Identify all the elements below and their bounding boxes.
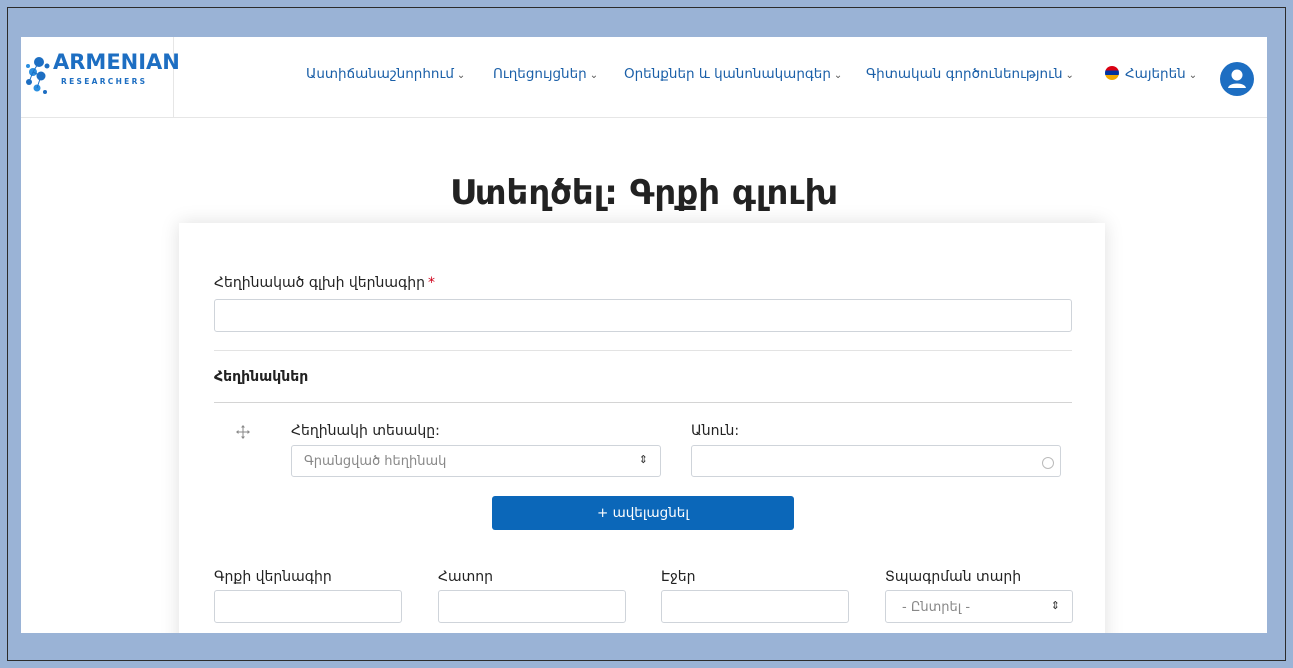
publication-year-label: Տպագրման տարի <box>885 569 1022 585</box>
add-author-button[interactable]: + ավելացնել <box>492 496 794 530</box>
armenia-flag-icon <box>1105 66 1119 80</box>
user-avatar[interactable] <box>1220 62 1254 96</box>
book-title-input[interactable] <box>214 590 402 623</box>
chevron-down-icon: ⌄ <box>1065 70 1074 81</box>
required-asterisk: * <box>427 275 435 291</box>
create-form-card: Հեղինակած գլխի վերնագիր * Հեղինակներ Հեղի… <box>179 223 1105 633</box>
publication-year-select[interactable]: - Ընտրել - ⇕ <box>885 590 1073 623</box>
chapter-title-input[interactable] <box>214 299 1072 332</box>
divider <box>214 350 1072 351</box>
pages-label: Էջեր <box>661 569 696 585</box>
chapter-title-label: Հեղինակած գլխի վերնագիր * <box>214 275 435 291</box>
author-type-select[interactable]: Գրանցված հեղինակ ⇕ <box>291 445 661 477</box>
author-name-input[interactable] <box>691 445 1061 477</box>
nav-item-label: Գիտական գործունեություն <box>866 66 1063 82</box>
select-arrows-icon: ⇕ <box>1050 599 1060 612</box>
pages-input[interactable] <box>661 590 849 623</box>
book-title-label: Գրքի վերնագիր <box>214 569 332 585</box>
chevron-down-icon: ⌄ <box>456 70 466 81</box>
author-type-label: Հեղինակի տեսակը: <box>291 423 440 439</box>
nav-item-laws[interactable]: Օրենքներ և կանոնակարգեր ⌄ <box>624 66 842 82</box>
page: ARMENIAN RESEARCHERS Աստիճանաշնորհում ⌄ Ո… <box>21 37 1267 633</box>
chevron-down-icon: ⌄ <box>589 70 599 81</box>
user-icon <box>1228 69 1246 88</box>
site-header: ARMENIAN RESEARCHERS Աստիճանաշնորհում ⌄ Ո… <box>21 37 1267 118</box>
nav-item-guides[interactable]: Ուղեցույցներ ⌄ <box>493 66 598 82</box>
volume-input[interactable] <box>438 590 626 623</box>
drag-handle-icon[interactable] <box>235 424 251 440</box>
chevron-down-icon: ⌄ <box>833 70 843 81</box>
nav-item-science[interactable]: Գիտական գործունեություն ⌄ <box>866 66 1074 82</box>
nav-item-degrees[interactable]: Աստիճանաշնորհում ⌄ <box>306 66 465 82</box>
nav-item-label: Ուղեցույցներ <box>493 66 587 82</box>
chevron-down-icon: ⌄ <box>1188 70 1198 81</box>
author-name-label: Անուն: <box>691 423 740 439</box>
nav-item-label: Աստիճանաշնորհում <box>306 66 454 82</box>
main-nav: Աստիճանաշնորհում ⌄ Ուղեցույցներ ⌄ Օրենքներ… <box>21 66 1267 90</box>
authors-section-heading: Հեղինակներ <box>214 369 309 385</box>
nav-item-label: Օրենքներ և կանոնակարգեր <box>624 66 831 82</box>
author-type-selected: Գրանցված հեղինակ <box>304 454 447 469</box>
loading-circle-icon <box>1042 457 1054 469</box>
chapter-title-label-text: Հեղինակած գլխի վերնագիր <box>214 275 425 291</box>
divider <box>214 402 1072 403</box>
select-arrows-icon: ⇕ <box>638 453 648 466</box>
page-title: Ստեղծել: Գրքի գլուխ <box>449 173 839 213</box>
volume-label: Հատոր <box>438 569 494 585</box>
language-label: Հայերեն <box>1125 66 1186 82</box>
publication-year-selected: - Ընտրել - <box>902 600 971 615</box>
language-switcher[interactable]: Հայերեն ⌄ <box>1105 66 1197 82</box>
